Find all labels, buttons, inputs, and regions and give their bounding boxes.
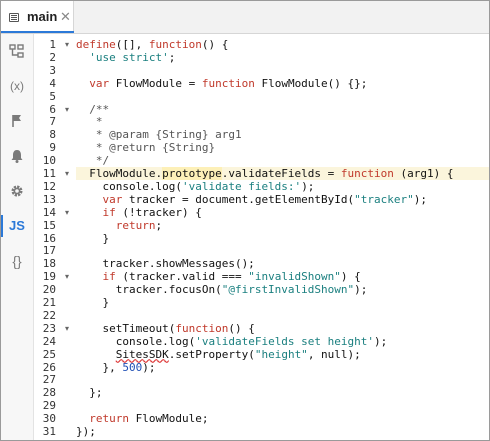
fold-toggle-icon[interactable]: ▾ (65, 167, 75, 180)
line-number: 19 (42, 270, 56, 284)
code-line[interactable]: * (76, 115, 489, 128)
js-label: JS (9, 218, 25, 233)
code-line[interactable]: return; (76, 219, 489, 232)
line-number: 31 (42, 425, 56, 438)
code-line[interactable]: setTimeout(function() { (76, 322, 489, 335)
variables-icon[interactable]: (x) (1, 71, 33, 101)
fold-toggle-icon[interactable]: ▾ (65, 38, 75, 51)
close-icon[interactable]: ✕ (60, 9, 71, 25)
fold-toggle-icon[interactable]: ▾ (65, 103, 75, 116)
code-line[interactable] (76, 399, 489, 412)
line-number: 6 (49, 102, 56, 116)
code-line[interactable]: tracker.showMessages(); (76, 257, 489, 270)
code-line[interactable]: * @param {String} arg1 (76, 128, 489, 141)
code-line[interactable]: } (76, 296, 489, 309)
code-line[interactable]: }); (76, 425, 489, 438)
line-number: 8 (49, 128, 56, 142)
code-editor-window: main ✕ (x) JS {} 1 2 3 4 5 6 7 8 9 10 11 12 13 14 15 16… (0, 0, 490, 441)
code-line[interactable]: if (!tracker) { (76, 206, 489, 219)
line-number: 26 (42, 360, 56, 374)
line-number: 15 (42, 218, 56, 232)
line-number: 13 (42, 192, 56, 206)
line-number: 9 (49, 141, 56, 155)
code-line[interactable]: FlowModule.prototype.validateFields = fu… (76, 167, 489, 180)
line-number: 27 (42, 373, 56, 387)
line-number: 23 (42, 321, 56, 335)
js-icon[interactable]: JS (1, 211, 33, 241)
code-line[interactable]: var tracker = document.getElementById("t… (76, 193, 489, 206)
line-number: 16 (42, 231, 56, 245)
fold-toggle-icon[interactable]: ▾ (65, 206, 75, 219)
code-line[interactable]: SitesSDK.setProperty("height", null); (76, 348, 489, 361)
code-line[interactable]: var FlowModule = function FlowModule() {… (76, 77, 489, 90)
line-number: 17 (42, 244, 56, 258)
line-number: 29 (42, 399, 56, 413)
code-line[interactable] (76, 90, 489, 103)
code-line[interactable] (76, 244, 489, 257)
flag-icon[interactable] (1, 106, 33, 136)
code-line[interactable] (76, 309, 489, 322)
tab-label: main (27, 9, 58, 24)
tab-bar: main ✕ (1, 1, 489, 34)
line-number: 1 (49, 38, 56, 51)
tab-main[interactable]: main ✕ (1, 1, 74, 33)
fold-toggle-icon[interactable]: ▾ (65, 270, 75, 283)
code-line[interactable]: console.log('validateFields set height')… (76, 335, 489, 348)
line-number: 28 (42, 386, 56, 400)
line-number: 30 (42, 412, 56, 426)
code-line[interactable]: console.log('validate fields:'); (76, 180, 489, 193)
code-line[interactable] (76, 373, 489, 386)
line-number: 5 (49, 89, 56, 103)
line-number: 22 (42, 308, 56, 322)
line-number: 4 (49, 76, 56, 90)
line-number: 10 (42, 154, 56, 168)
code-line[interactable]: } (76, 232, 489, 245)
gear-icon[interactable] (1, 176, 33, 206)
braces-icon[interactable]: {} (1, 246, 33, 276)
code-line[interactable]: define([], function() { (76, 38, 489, 51)
file-icon (9, 13, 19, 22)
line-number: 18 (42, 257, 56, 271)
line-number: 7 (49, 115, 56, 129)
structure-icon[interactable] (1, 36, 33, 66)
fold-toggle-icon[interactable]: ▾ (65, 322, 75, 335)
line-number: 20 (42, 283, 56, 297)
code-line[interactable]: }, 500); (76, 361, 489, 374)
line-number: 21 (42, 296, 56, 309)
line-number: 11 (42, 167, 56, 180)
line-number: 24 (42, 334, 56, 348)
active-tab-indicator (1, 31, 74, 33)
bell-icon[interactable] (1, 141, 33, 171)
line-number: 14 (42, 205, 56, 219)
code-line[interactable]: /** (76, 103, 489, 116)
line-number: 25 (42, 347, 56, 361)
code-line[interactable]: }; (76, 386, 489, 399)
code-line[interactable]: */ (76, 154, 489, 167)
code-line[interactable]: tracker.focusOn("@firstInvalidShown"); (76, 283, 489, 296)
line-number: 12 (42, 179, 56, 193)
code-line[interactable]: * @return {String} (76, 141, 489, 154)
line-number-gutter: 1 2 3 4 5 6 7 8 9 10 11 12 13 14 15 16 17 18 19 20 21 22 23 24 2… (34, 34, 62, 440)
sidebar: (x) JS {} (1, 34, 34, 440)
code-line[interactable]: return FlowModule; (76, 412, 489, 425)
code-line[interactable]: 'use strict'; (76, 51, 489, 64)
line-number: 2 (49, 50, 56, 64)
active-indicator (1, 215, 3, 237)
code-line[interactable] (76, 64, 489, 77)
code-area[interactable]: define([], function() { 'use strict'; va… (76, 34, 489, 440)
code-line[interactable]: if (tracker.valid === "invalidShown") { (76, 270, 489, 283)
line-number: 3 (49, 63, 56, 77)
